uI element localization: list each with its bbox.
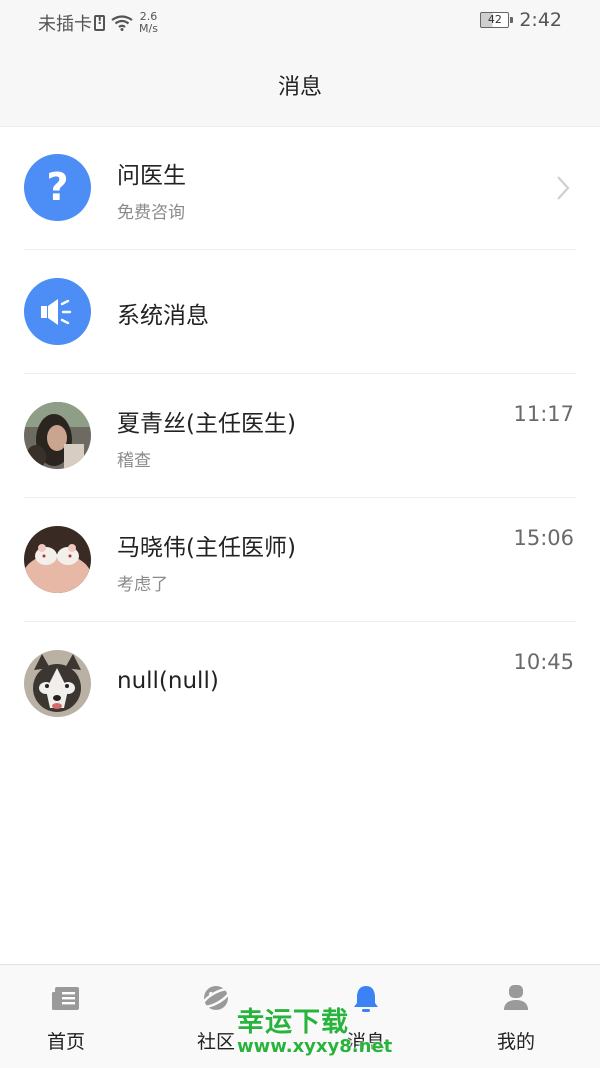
message-subtitle: 考虑了 (117, 575, 168, 595)
status-left: 未插卡 2.6 M/s (38, 10, 158, 36)
user-avatar (24, 526, 91, 593)
user-avatar (24, 650, 91, 717)
carrier-text: 未插卡 (38, 14, 92, 35)
news-icon (52, 987, 79, 1010)
question-icon: ? (46, 165, 69, 209)
message-time: 11:17 (513, 402, 574, 426)
message-item-chat[interactable]: null(null) 10:45 (0, 622, 600, 746)
message-subtitle: 免费咨询 (117, 203, 185, 223)
wifi-icon (111, 15, 133, 31)
message-item-chat[interactable]: 夏青丝(主任医生) 稽查 11:17 (0, 374, 600, 498)
message-title: 夏青丝(主任医生) (117, 411, 296, 437)
tab-label: 首页 (46, 1031, 85, 1053)
user-icon (504, 985, 528, 1010)
message-item-system[interactable]: 系统消息 (0, 250, 600, 374)
tab-messages[interactable]: 消息 (306, 965, 426, 1068)
message-time: 10:45 (513, 650, 574, 674)
battery-level: 42 (487, 13, 502, 26)
husky-photo-icon (24, 650, 91, 717)
message-subtitle: 稽查 (117, 451, 151, 471)
message-list: ? 问医生 免费咨询 系统消息 夏青丝(主任医生) 稽查 11:17 马晓伟(主… (0, 126, 600, 746)
woman-photo-icon (24, 402, 91, 469)
message-item-chat[interactable]: 马晓伟(主任医师) 考虑了 15:06 (0, 498, 600, 622)
status-bar: 未插卡 2.6 M/s 42 2:42 (0, 0, 600, 44)
battery-icon: 42 (480, 12, 514, 28)
tab-community[interactable]: 社区 (156, 965, 276, 1068)
title-bar: 消息 (0, 44, 600, 127)
message-time: 15:06 (513, 526, 574, 550)
tab-label: 社区 (196, 1031, 235, 1053)
mice-photo-icon (24, 526, 91, 593)
message-title: null(null) (117, 668, 219, 694)
speaker-icon (40, 298, 71, 325)
speed-unit: M/s (139, 22, 158, 35)
message-item-ask-doctor[interactable]: ? 问医生 免费咨询 (0, 126, 600, 250)
tab-home[interactable]: 首页 (6, 965, 126, 1068)
message-title: 马晓伟(主任医师) (117, 535, 296, 561)
message-title: 系统消息 (117, 303, 209, 329)
user-avatar (24, 402, 91, 469)
page-title: 消息 (277, 75, 322, 100)
status-right: 42 2:42 (480, 9, 562, 31)
chevron-right-icon (557, 176, 570, 200)
system-avatar (24, 278, 91, 345)
network-speed: 2.6 M/s (139, 11, 158, 35)
sim-alert-icon (94, 13, 105, 31)
clock: 2:42 (519, 9, 562, 31)
tab-profile[interactable]: 我的 (456, 965, 576, 1068)
question-avatar: ? (24, 154, 91, 221)
planet-icon (201, 986, 231, 1010)
tab-label: 消息 (346, 1031, 385, 1053)
bell-icon (354, 986, 378, 1012)
tab-label: 我的 (496, 1031, 535, 1053)
message-title: 问医生 (117, 163, 186, 189)
bottom-nav: 首页 社区 消息 我的 (0, 964, 600, 1068)
